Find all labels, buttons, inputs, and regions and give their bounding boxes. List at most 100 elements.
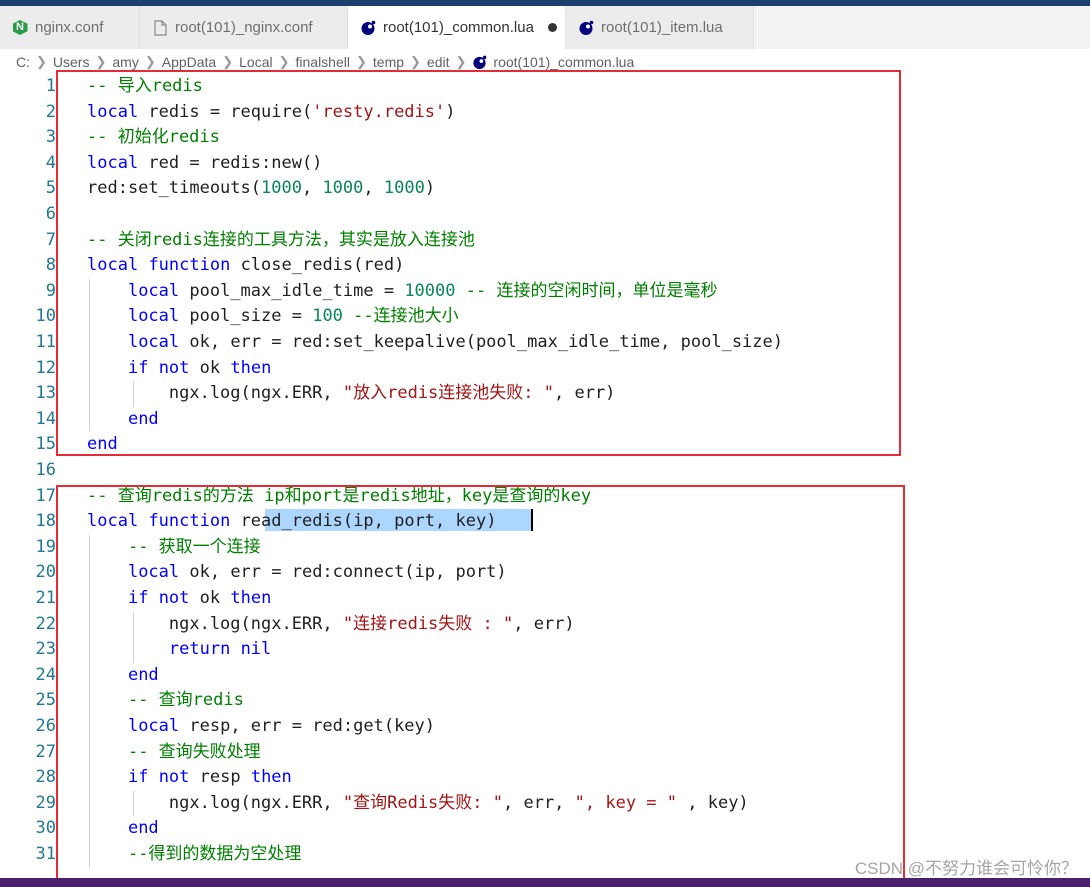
tab-root-nginx-conf[interactable]: root(101)_nginx.conf	[140, 6, 348, 49]
code-text: local pool_size = 100 --连接池大小	[127, 306, 459, 327]
code-line[interactable]: 30 end	[0, 816, 1090, 842]
code-line[interactable]: 12 if not ok then	[0, 356, 1090, 382]
chevron-right-icon: ❯	[36, 54, 47, 69]
lua-icon	[472, 55, 487, 70]
code-line[interactable]: 11 local ok, err = red:set_keepalive(poo…	[0, 330, 1090, 356]
code-line[interactable]: 24 end	[0, 663, 1090, 689]
code-editor[interactable]: 1 -- 导入redis 2 local redis = require('resty…	[0, 70, 1090, 887]
line-number: 31	[35, 844, 56, 864]
code-text: -- 查询redis	[127, 690, 244, 711]
code-line[interactable]: 29 ngx.log(ngx.ERR, "查询Redis失败: ", err, …	[0, 791, 1090, 817]
tab-root-item-lua[interactable]: root(101)_item.lua	[566, 6, 754, 49]
tab-label: root(101)_common.lua	[383, 19, 534, 36]
line-number: 16	[35, 460, 56, 480]
code-line[interactable]: 10 local pool_size = 100 --连接池大小	[0, 304, 1090, 330]
code-line[interactable]: 19 -- 获取一个连接	[0, 535, 1090, 561]
code-line[interactable]: 6	[0, 202, 1090, 228]
breadcrumb-item[interactable]: temp	[373, 54, 404, 70]
code-line[interactable]: 28 if not resp then	[0, 765, 1090, 791]
code-line[interactable]: 18 local function read_redis(ip, port, ke…	[0, 509, 1090, 535]
code-line[interactable]: 5 red:set_timeouts(1000, 1000, 1000)	[0, 176, 1090, 202]
code-text: if not ok then	[127, 357, 272, 378]
line-number: 17	[35, 485, 56, 506]
code-line[interactable]: 3 -- 初始化redis	[0, 125, 1090, 151]
code-line[interactable]: 2 local redis = require('resty.redis')	[0, 100, 1090, 126]
code-line[interactable]: 27 -- 查询失败处理	[0, 740, 1090, 766]
line-number: 19	[35, 536, 56, 557]
code-line[interactable]: 20 local ok, err = red:connect(ip, port)	[0, 560, 1090, 586]
code-text: end	[127, 818, 159, 839]
code-line[interactable]: 1 -- 导入redis	[0, 74, 1090, 100]
code-text: ngx.log(ngx.ERR, "查询Redis失败: ", err, ", …	[87, 792, 749, 813]
code-line[interactable]: 4 local red = redis:new()	[0, 151, 1090, 177]
nginx-icon: N	[12, 20, 28, 36]
editor-window: N nginx.conf root(101)_nginx.conf root(1…	[0, 0, 1090, 887]
code-text: return nil	[168, 639, 272, 660]
code-text: red:set_timeouts(1000, 1000, 1000)	[87, 178, 436, 199]
breadcrumb-item[interactable]: C:	[16, 54, 30, 70]
chevron-right-icon: ❯	[278, 54, 290, 69]
code-line[interactable]: 13 ngx.log(ngx.ERR, "放入redis连接池失败: ", er…	[0, 381, 1090, 407]
code-line[interactable]: 25 -- 查询redis	[0, 688, 1090, 714]
code-text: local ok, err = red:connect(ip, port)	[127, 562, 507, 583]
code-text: -- 导入redis	[87, 76, 203, 96]
code-text: end	[127, 664, 159, 685]
code-text: local red = redis:new()	[87, 152, 323, 173]
tab-label: nginx.conf	[35, 19, 104, 36]
code-text: -- 获取一个连接	[127, 536, 261, 557]
line-number: 15	[35, 434, 56, 455]
line-number: 25	[35, 690, 56, 711]
code-text: local redis = require('resty.redis')	[87, 101, 456, 122]
code-line[interactable]: 7 -- 关闭redis连接的工具方法，其实是放入连接池	[0, 228, 1090, 254]
code-text: -- 查询失败处理	[127, 741, 261, 762]
code-text: -- 查询redis的方法 ip和port是redis地址，key是查询的key	[87, 485, 592, 506]
breadcrumb-item[interactable]: Local	[239, 54, 272, 70]
line-number: 1	[45, 76, 56, 96]
tab-root-common-lua[interactable]: root(101)_common.lua	[348, 6, 566, 49]
code-text: ngx.log(ngx.ERR, "放入redis连接池失败: ", err)	[87, 383, 616, 404]
code-line[interactable]: 22 ngx.log(ngx.ERR, "连接redis失败 : ", err)	[0, 612, 1090, 638]
code-line[interactable]: 17 -- 查询redis的方法 ip和port是redis地址，key是查询的k…	[0, 484, 1090, 510]
breadcrumb-item[interactable]: edit	[427, 54, 450, 70]
line-number: 27	[35, 741, 56, 762]
chevron-right-icon: ❯	[355, 54, 367, 69]
code-text: ngx.log(ngx.ERR, "连接redis失败 : ", err)	[87, 613, 575, 634]
code-line[interactable]: 26 local resp, err = red:get(key)	[0, 714, 1090, 740]
tab-nginx-conf[interactable]: N nginx.conf	[0, 6, 140, 49]
code-text: local pool_max_idle_time = 10000 -- 连接的空…	[127, 280, 718, 301]
line-number: 23	[35, 639, 56, 660]
lua-icon	[578, 20, 594, 36]
tab-bar: N nginx.conf root(101)_nginx.conf root(1…	[0, 6, 1090, 49]
code-line[interactable]: 9 local pool_max_idle_time = 10000 -- 连接…	[0, 279, 1090, 305]
lua-icon	[360, 20, 376, 36]
code-text: -- 初始化redis	[87, 127, 220, 148]
code-text: -- 关闭redis连接的工具方法，其实是放入连接池	[87, 229, 475, 250]
file-icon	[152, 19, 168, 36]
code-line[interactable]: 15 end	[0, 432, 1090, 458]
line-number: 22	[35, 613, 56, 634]
line-number: 9	[45, 280, 56, 301]
code-text: local resp, err = red:get(key)	[127, 716, 436, 736]
line-number: 8	[45, 255, 56, 276]
breadcrumb-item[interactable]: root(101)_common.lua	[493, 54, 634, 70]
breadcrumb-item[interactable]: Users	[53, 54, 90, 70]
chevron-right-icon: ❯	[222, 54, 234, 69]
code-line[interactable]: 8 local function close_redis(red)	[0, 253, 1090, 279]
status-bar	[0, 878, 1090, 887]
code-line[interactable]: 16	[0, 458, 1090, 484]
line-number: 4	[45, 152, 56, 173]
unsaved-dot-icon[interactable]	[547, 23, 557, 32]
code-line[interactable]: 14 end	[0, 407, 1090, 433]
code-line[interactable]: 23 return nil	[0, 637, 1090, 663]
code-line[interactable]: 21 if not ok then	[0, 586, 1090, 612]
code-text: if not ok then	[127, 588, 272, 608]
breadcrumb-item[interactable]: amy	[112, 54, 138, 70]
line-number: 24	[35, 664, 56, 685]
line-number: 21	[35, 588, 56, 608]
code-text: local function read_redis(ip, port, key)	[87, 511, 497, 532]
code-text: --得到的数据为空处理	[127, 844, 302, 864]
breadcrumb-item[interactable]: AppData	[162, 54, 216, 70]
code-text: end	[87, 434, 118, 455]
breadcrumb-item[interactable]: finalshell	[296, 54, 350, 70]
line-number: 13	[35, 383, 56, 404]
